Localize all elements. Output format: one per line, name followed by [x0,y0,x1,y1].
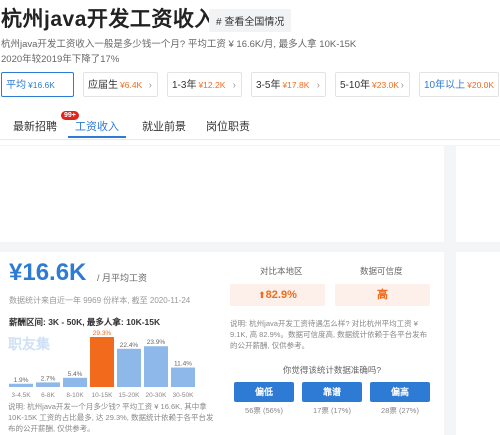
filter-average[interactable]: 平均 ¥16.6K [1,72,74,97]
category-label: 15-20K [119,392,141,399]
filter-label: 10年以上 [424,80,466,91]
page-title: 杭州java开发工资收入 [1,8,216,31]
view-nation-tag[interactable]: # 查看全国情况 [209,9,292,32]
bar-value-label: 2.7% [41,375,56,382]
compare-value: 82.9% [265,289,297,301]
vote-low-button[interactable]: 偏低 [234,382,294,402]
filter-1-3-years[interactable]: 1-3年 ¥12.2K › [167,72,242,97]
compare-label: 对比本地区 [260,266,303,276]
vote-reliable-button[interactable]: 靠谱 [302,382,362,402]
average-salary-value: ¥16.6K [9,259,87,286]
salary-unit: / 月平均工资 [97,273,148,283]
category-label: 3-4.5K [11,392,31,399]
filter-3-5-years[interactable]: 3-5年 ¥17.8K › [251,72,326,97]
ad-placeholder [0,146,444,242]
bar-10-15K [90,337,114,387]
comparison-note: 说明: 杭州java开发工资待遇怎么样? 对比杭州平均工资 ¥ 9.1K, 高 … [230,319,428,350]
bar-value-label: 11.4% [174,361,192,368]
bar-value-label: 5.4% [68,371,83,378]
filter-value: ¥23.0K [372,80,399,90]
sample-meta: 数据统计来自近一年 9969 份样本, 截至 2020-11-24 [9,296,191,305]
vote-high-button[interactable]: 偏高 [370,382,430,402]
salary-note: 说明: 杭州java开发一个月多少钱? 平均工资 ¥ 16.6K, 其中拿 10… [8,402,214,433]
side-panel-bottom [456,252,500,435]
category-label: 8-10K [66,392,84,399]
category-label: 10-15K [92,392,114,399]
header-section: 杭州java开发工资收入 # 查看全国情况 杭州java开发工资收入一般是多少钱… [0,0,500,145]
compare-value-box: ⬆82.9% [230,284,325,306]
experience-filters: 平均 ¥16.6K 应届生 ¥6.4K › 1-3年 ¥12.2K › 3-5年 ¥17… [0,72,500,98]
tab-latest-jobs[interactable]: 最新招聘 99+ [13,111,79,134]
salary-range: 薪酬区间: 3K - 50K, 最多人拿: 10K-15K [9,317,161,327]
credibility-value-box: 高 [335,284,430,306]
filter-value: ¥16.6K [28,80,55,90]
filter-10-plus-years[interactable]: 10年以上 ¥20.0K [419,72,499,97]
filter-value: ¥6.4K [120,80,143,90]
bar-value-label: 1.9% [14,377,29,384]
tab-prospects[interactable]: 就业前景 [142,118,186,134]
tab-bar: 最新招聘 99+ 工资收入 就业前景 岗位职责 [0,111,500,140]
credibility-value: 高 [377,289,388,301]
comparison-panel: 对比本地区 数据可信度 ⬆82.9% 高 说明: 杭州java开发工资待遇怎么样… [220,252,444,435]
filter-label: 平均 [6,80,26,91]
chevron-right-icon: › [148,80,152,91]
side-panel-top [456,146,500,242]
vote-high-count: 28票 (27%) [381,406,419,415]
bar-20-30K [144,346,168,387]
bar-30-50K [171,367,195,387]
bar-8-10K [63,377,87,387]
tab-salary[interactable]: 工资收入 [75,118,119,134]
accuracy-question: 你觉得该统计数据准确吗? [282,365,382,375]
category-label: 30-50K [173,392,195,399]
chevron-right-icon: › [400,80,404,91]
salary-description: 杭州java开发工资收入一般是多少钱一个月? 平均工资 ¥ 16.6K/月, 最… [1,39,357,50]
filter-label: 5-10年 [340,80,371,91]
tab-duties[interactable]: 岗位职责 [206,118,250,134]
arrow-up-icon: ⬆ [258,290,266,300]
filter-5-10-years[interactable]: 5-10年 ¥23.0K › [335,72,410,97]
chevron-right-icon: › [232,80,236,91]
active-tab-indicator [68,136,126,138]
filter-graduate[interactable]: 应届生 ¥6.4K › [83,72,158,97]
vote-low-count: 56票 (56%) [245,406,283,415]
filter-value: ¥20.0K [467,80,495,90]
bar-value-label: 23.9% [147,339,166,346]
credibility-label: 数据可信度 [360,266,403,276]
chevron-right-icon: › [316,80,320,91]
bar-value-label: 22.4% [120,342,139,349]
bar-3-4.5K [9,383,33,387]
filter-label: 1-3年 [172,80,197,91]
year-compare-text: 2020年较2019年下降了17% [1,54,120,65]
filter-value: ¥17.8K [282,80,310,90]
bar-6-8K [36,382,60,387]
filter-label: 3-5年 [256,80,281,91]
filter-value: ¥12.2K [198,80,226,90]
bar-value-label: 29.3% [93,330,112,337]
category-label: 20-30K [146,392,168,399]
vote-reliable-count: 17票 (17%) [313,406,351,415]
bar-15-20K [117,348,141,387]
filter-label: 应届生 [88,80,118,91]
salary-distribution-chart: 1.9% 3-4.5K 2.7% 6-8K 5.4% 8-10K 29.3% 10-15K 22… [9,330,195,399]
salary-panel: ¥16.6K / 月平均工资 数据统计来自近一年 9969 份样本, 截至 20… [0,252,220,435]
tab-label: 最新招聘 [13,121,57,133]
category-label: 6-8K [41,392,55,399]
